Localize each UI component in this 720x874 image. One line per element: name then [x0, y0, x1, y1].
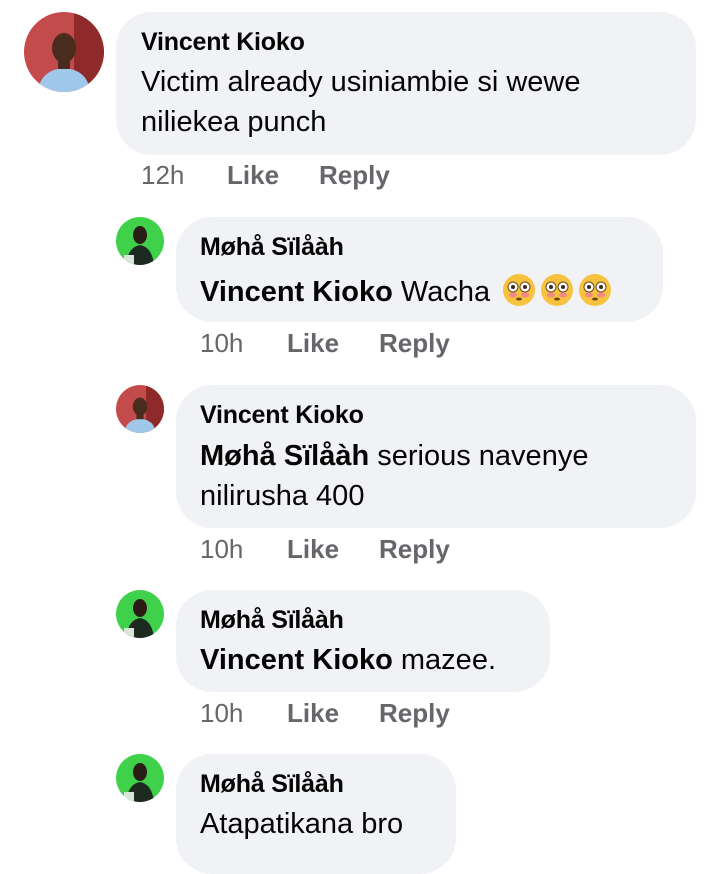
profile-photo-moha — [116, 590, 164, 638]
comment-timestamp[interactable]: 10h — [200, 328, 243, 359]
flushed-face-emoji — [540, 273, 574, 307]
comment-text-line: Victim already usiniambie si wewe — [141, 66, 581, 98]
comment-text-body: serious navenye — [369, 440, 589, 472]
reply-button[interactable]: Reply — [379, 534, 450, 565]
flushed-face-emoji — [502, 273, 536, 307]
mention-link[interactable]: Vincent Kioko — [200, 644, 393, 676]
reply-button[interactable]: Reply — [319, 160, 390, 191]
comment-text: Vincent Kioko mazee. — [200, 644, 496, 677]
like-button[interactable]: Like — [287, 534, 339, 565]
avatar-moha-silaah[interactable] — [116, 217, 164, 265]
comment-timestamp[interactable]: 10h — [200, 698, 243, 729]
profile-photo-moha — [116, 217, 164, 265]
comment-author[interactable]: Vincent Kioko — [200, 401, 364, 430]
comment-author[interactable]: Møhå Sïlåàh — [200, 606, 344, 635]
reply-button[interactable]: Reply — [379, 328, 450, 359]
comment-timestamp[interactable]: 12h — [141, 160, 184, 191]
comment-author[interactable]: Møhå Sïlåàh — [200, 770, 344, 799]
comment-timestamp[interactable]: 10h — [200, 534, 243, 565]
avatar-moha-silaah[interactable] — [116, 754, 164, 802]
comment-text: Møhå Sïlåàh serious navenye — [200, 440, 588, 473]
profile-photo-vincent — [116, 385, 164, 433]
profile-photo-moha — [116, 754, 164, 802]
avatar-vincent-kioko[interactable] — [116, 385, 164, 433]
like-button[interactable]: Like — [287, 328, 339, 359]
like-button[interactable]: Like — [287, 698, 339, 729]
avatar-vincent-kioko[interactable] — [24, 12, 104, 92]
like-button[interactable]: Like — [227, 160, 279, 191]
comment-author[interactable]: Møhå Sïlåàh — [200, 233, 344, 262]
comment-text-body: mazee. — [392, 644, 497, 676]
avatar-moha-silaah[interactable] — [116, 590, 164, 638]
mention-link[interactable]: Møhå Sïlåàh — [200, 440, 369, 472]
comment-text-line: niliekea punch — [141, 106, 327, 138]
flushed-face-emoji — [578, 273, 612, 307]
comment-text-line: nilirusha 400 — [200, 480, 365, 512]
comment-author[interactable]: Vincent Kioko — [141, 28, 305, 57]
comment-text: Atapatikana bro — [200, 808, 404, 840]
comment-text-body: Wacha — [392, 276, 499, 308]
mention-link[interactable]: Vincent Kioko — [200, 276, 393, 308]
profile-photo-vincent — [24, 12, 104, 92]
comment-text: Vincent Kioko Wacha — [200, 273, 612, 309]
reply-button[interactable]: Reply — [379, 698, 450, 729]
